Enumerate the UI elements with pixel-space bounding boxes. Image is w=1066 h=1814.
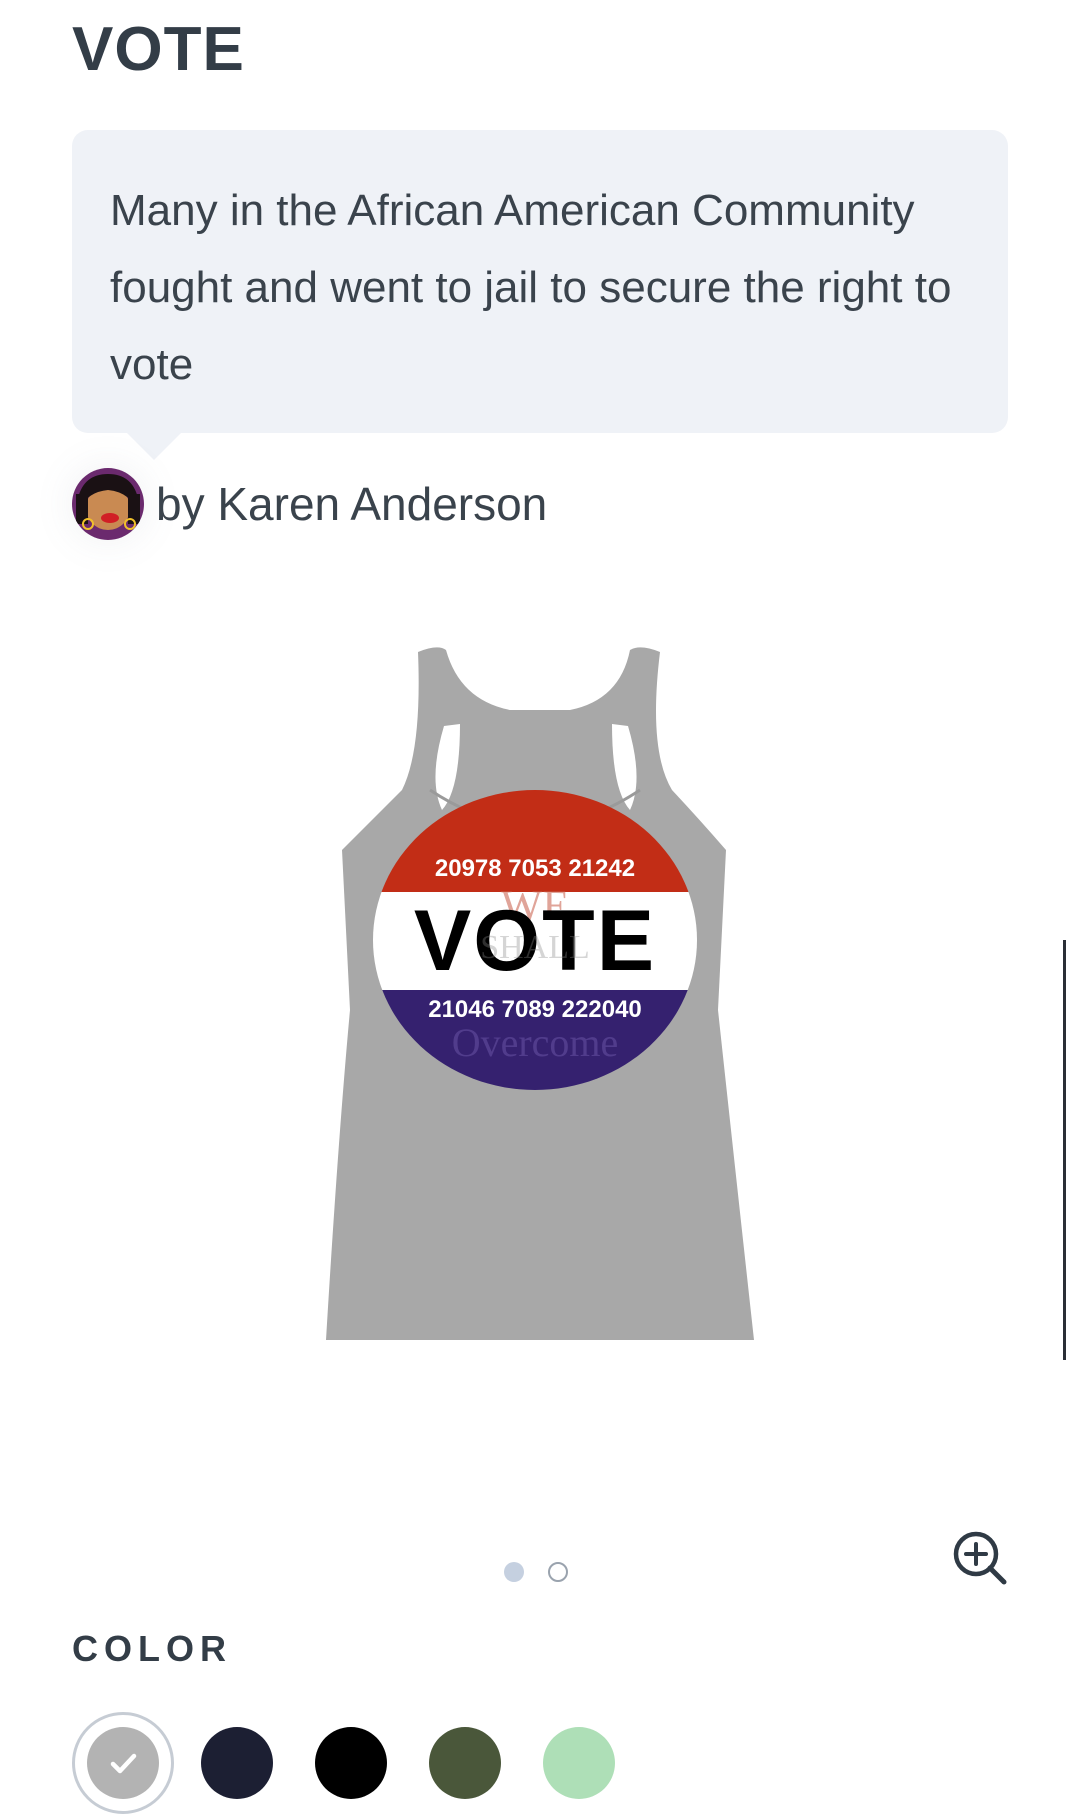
swatch-heather-gray[interactable]	[72, 1712, 174, 1814]
gallery-pagination	[504, 1562, 568, 1582]
product-title: VOTE	[72, 15, 245, 84]
color-swatches	[72, 1712, 642, 1814]
swatch-mint[interactable]	[528, 1712, 630, 1814]
watermark-middle: SHALL	[480, 929, 590, 966]
badge-bottom-numbers: 21046 7089 222040	[428, 996, 642, 1023]
watermark-bottom: Overcome	[452, 1020, 619, 1065]
product-description: Many in the African American Community f…	[110, 186, 952, 389]
product-image[interactable]: WE 20978 7053 21242 VOTE SHALL 21046 708…	[310, 640, 780, 1350]
description-bubble: Many in the African American Community f…	[72, 130, 1008, 433]
author-row[interactable]: by Karen Anderson	[72, 468, 547, 540]
gallery-dot-2[interactable]	[548, 1562, 568, 1582]
swatch-color	[543, 1727, 615, 1799]
author-name[interactable]: by Karen Anderson	[156, 477, 547, 531]
gallery-dot-1[interactable]	[504, 1562, 524, 1582]
swatch-color	[315, 1727, 387, 1799]
color-label: COLOR	[72, 1628, 232, 1669]
swatch-navy[interactable]	[186, 1712, 288, 1814]
checkmark-icon	[110, 1753, 137, 1774]
swatch-color	[87, 1727, 159, 1799]
swatch-olive[interactable]	[414, 1712, 516, 1814]
zoom-in-icon[interactable]	[950, 1528, 1010, 1588]
swatch-black[interactable]	[300, 1712, 402, 1814]
swatch-color	[429, 1727, 501, 1799]
bubble-tail	[126, 432, 182, 460]
author-avatar[interactable]	[72, 468, 144, 540]
swatch-color	[201, 1727, 273, 1799]
badge-top-numbers: 20978 7053 21242	[435, 855, 635, 882]
